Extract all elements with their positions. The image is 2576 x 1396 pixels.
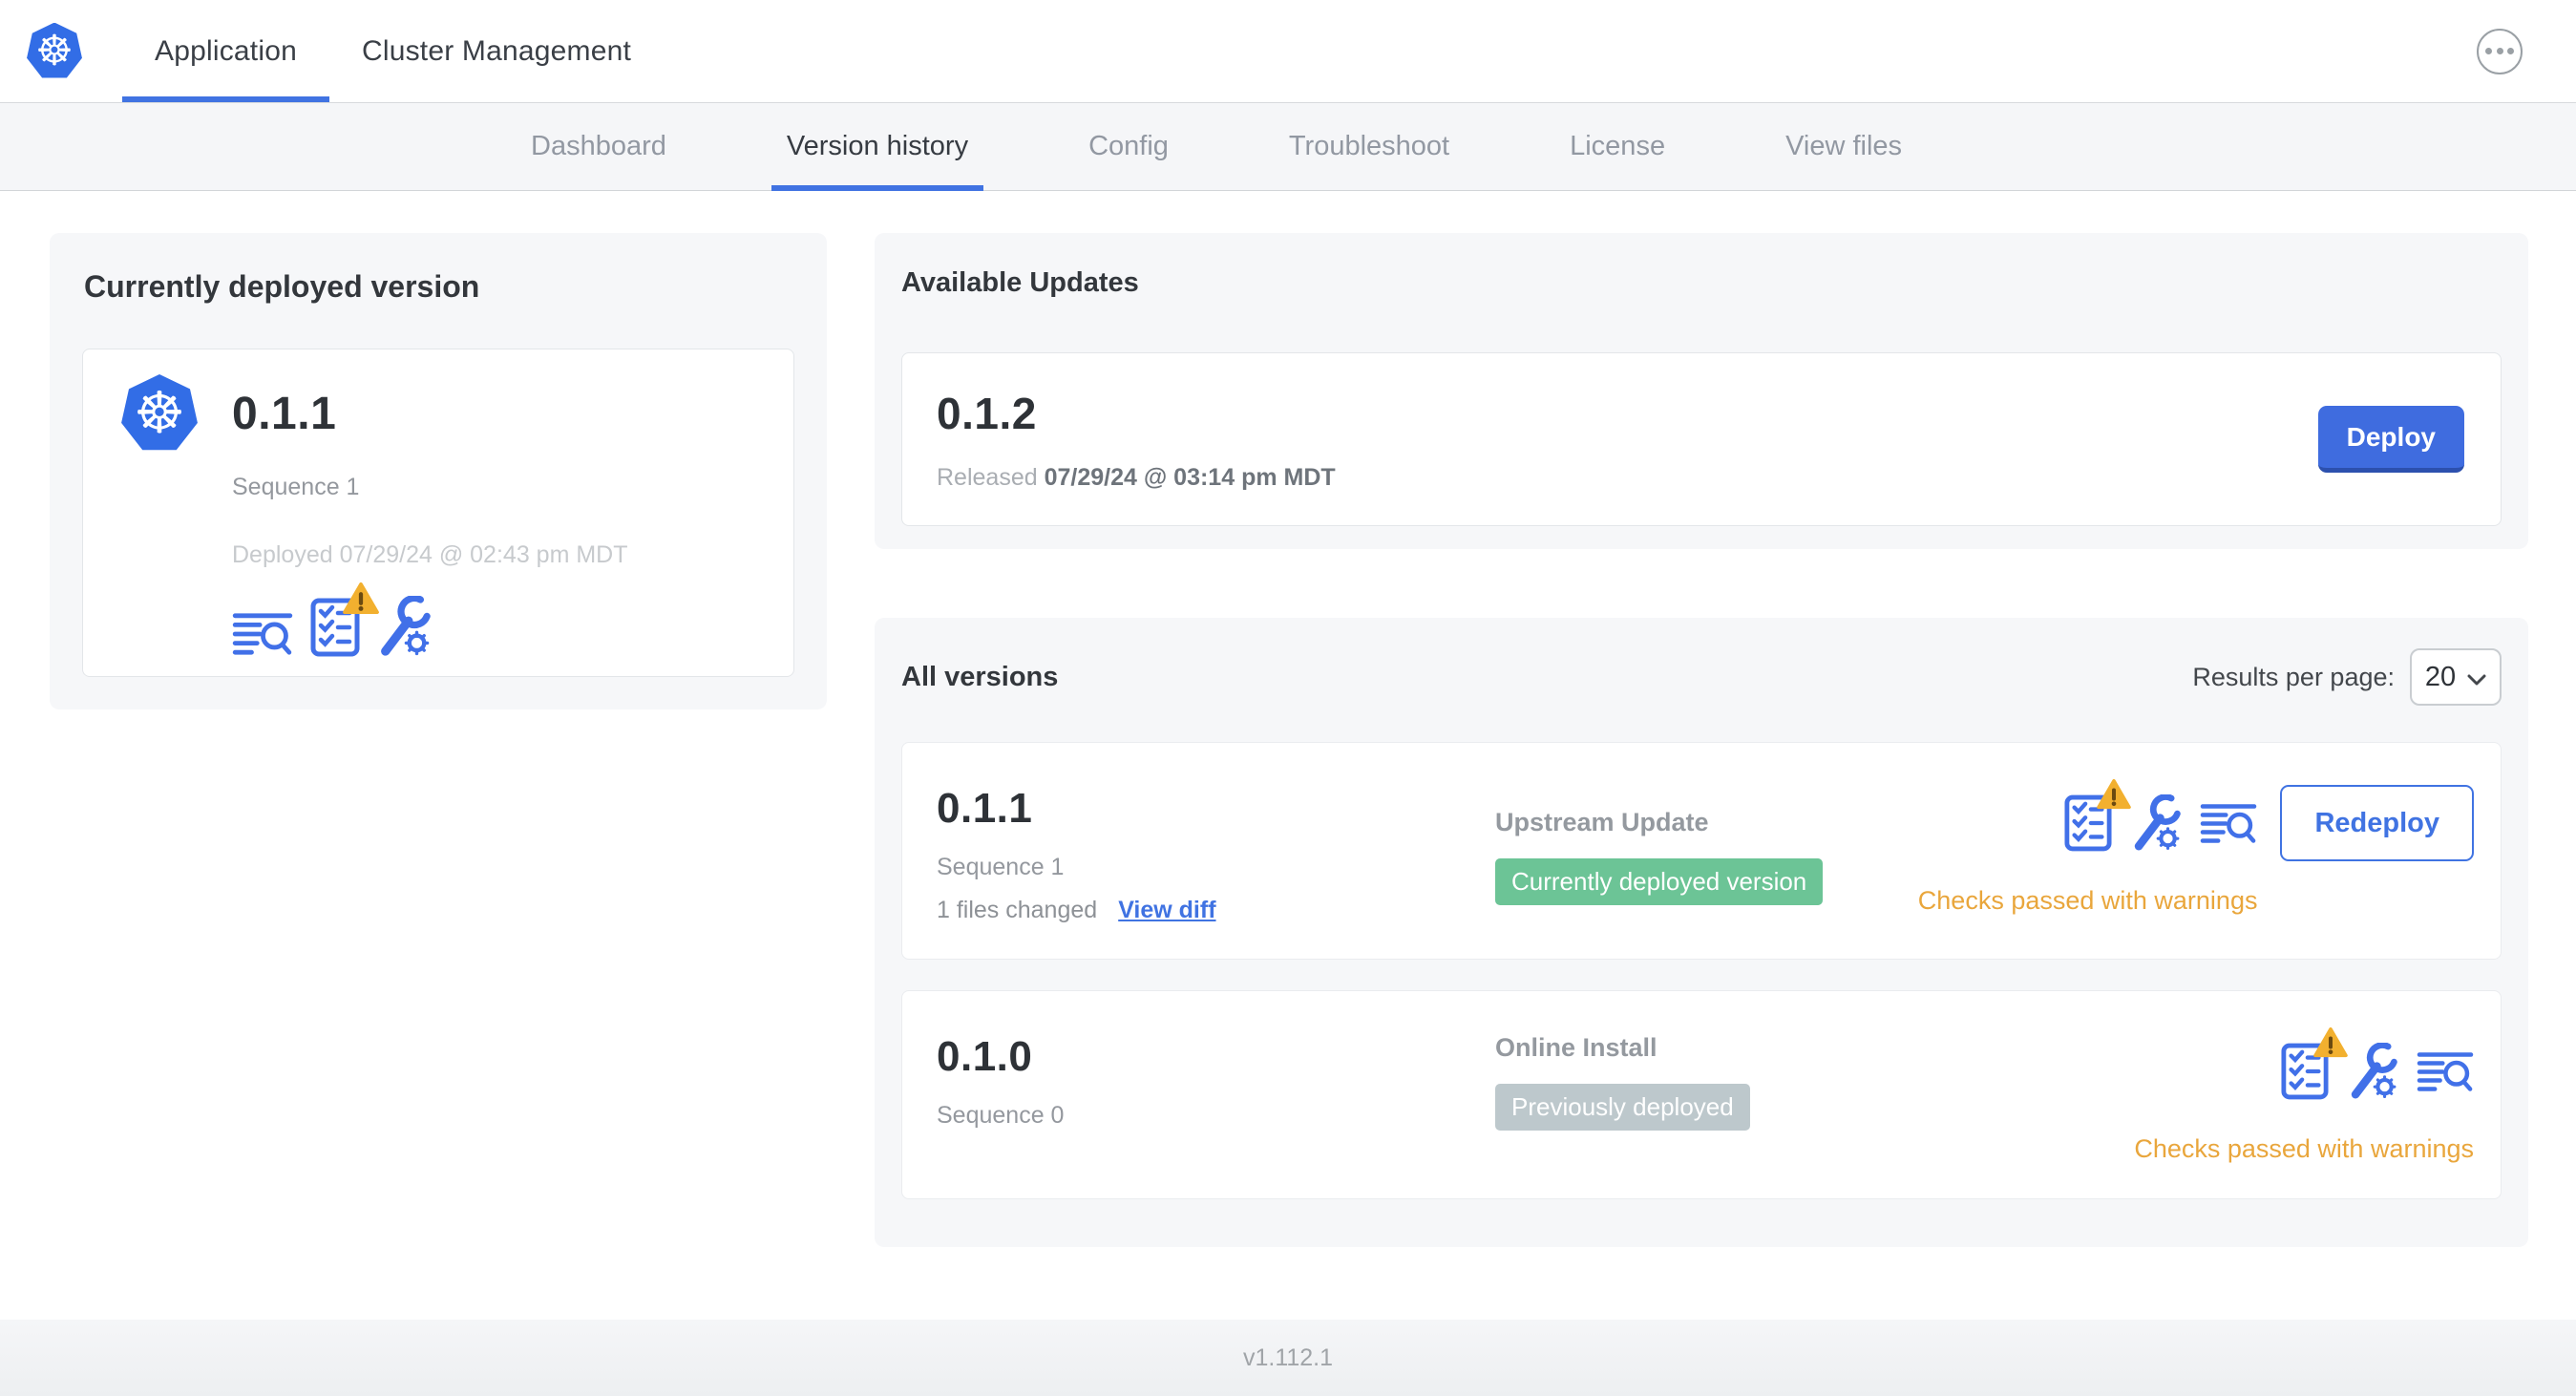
tab-config[interactable]: Config <box>1073 103 1184 190</box>
top-header: ☸ Application Cluster Management <box>0 0 2576 103</box>
current-version-sequence: Sequence 1 <box>232 474 360 500</box>
more-menu-button[interactable] <box>2477 28 2523 74</box>
deploy-logs-icon[interactable] <box>2200 802 2257 845</box>
console-footer: v1.112.1 <box>0 1320 2576 1396</box>
available-updates-card: Available Updates 0.1.2 Released 07/29/2… <box>875 233 2528 549</box>
results-per-page-select[interactable]: 20 <box>2410 648 2502 706</box>
kubernetes-logo-icon: ☸ <box>27 22 82 78</box>
tab-cluster-management[interactable]: Cluster Management <box>329 0 664 102</box>
update-released-date: Released 07/29/24 @ 03:14 pm MDT <box>937 463 1336 491</box>
previously-deployed-badge: Previously deployed <box>1495 1084 1750 1131</box>
config-wrench-icon[interactable] <box>2348 1043 2397 1100</box>
tab-troubleshoot[interactable]: Troubleshoot <box>1274 103 1465 190</box>
tab-view-files[interactable]: View files <box>1770 103 1917 190</box>
view-diff-link[interactable]: View diff <box>1118 897 1215 924</box>
app-subnav: Dashboard Version history Config Trouble… <box>0 103 2576 191</box>
row-version-number: 0.1.0 <box>937 1033 1033 1080</box>
deploy-logs-icon[interactable] <box>2417 1050 2474 1093</box>
update-row: 0.1.2 Released 07/29/24 @ 03:14 pm MDT D… <box>901 352 2502 526</box>
row-sequence: Sequence 1 <box>937 854 1065 880</box>
right-column: Available Updates 0.1.2 Released 07/29/2… <box>875 233 2528 1247</box>
tab-application[interactable]: Application <box>122 0 329 102</box>
warning-icon <box>343 582 379 615</box>
preflight-checks-icon[interactable] <box>2281 1043 2329 1100</box>
console-version-text: v1.112.1 <box>1242 1343 1334 1371</box>
currently-deployed-version-card: ☸ 0.1.1 Sequence 1 Deployed 07/29/24 @ 0… <box>82 349 794 677</box>
preflight-status-text: Checks passed with warnings <box>1917 886 2258 915</box>
available-updates-title: Available Updates <box>901 267 1139 298</box>
version-source: Upstream Update <box>1495 808 1709 836</box>
app-level-tabs: Application Cluster Management <box>122 0 664 102</box>
version-row-0.1.1: 0.1.1 Sequence 1 1 files changed View di… <box>901 742 2502 960</box>
currently-deployed-card: Currently deployed version ☸ 0.1.1 Seque… <box>50 233 827 709</box>
tab-license[interactable]: License <box>1554 103 1680 190</box>
current-version-number: 0.1.1 <box>232 388 337 439</box>
results-per-page-value: 20 <box>2424 661 2457 692</box>
row-sequence: Sequence 0 <box>937 1102 1065 1129</box>
all-versions-title: All versions <box>901 661 1059 692</box>
tab-dashboard[interactable]: Dashboard <box>516 103 682 190</box>
redeploy-button[interactable]: Redeploy <box>2280 785 2474 861</box>
current-version-deployed-date: Deployed 07/29/24 @ 02:43 pm MDT <box>232 541 628 568</box>
chevron-down-icon <box>2467 662 2486 693</box>
app-kubernetes-icon: ☸ <box>121 374 198 451</box>
preflight-checks-icon[interactable] <box>2064 794 2112 852</box>
preflight-status-text: Checks passed with warnings <box>2134 1134 2474 1163</box>
files-changed-text: 1 files changed <box>937 897 1098 923</box>
currently-deployed-badge: Currently deployed version <box>1495 858 1824 905</box>
deploy-button[interactable]: Deploy <box>2317 406 2464 473</box>
version-source: Online Install <box>1495 1033 1658 1062</box>
warning-icon <box>2313 1027 2348 1058</box>
main-content: Currently deployed version ☸ 0.1.1 Seque… <box>0 191 2576 1320</box>
row-version-number: 0.1.1 <box>937 785 1033 832</box>
tab-version-history[interactable]: Version history <box>771 103 984 191</box>
ellipsis-icon <box>2485 48 2492 54</box>
admin-console: ☸ Application Cluster Management Dashboa… <box>0 0 2576 1396</box>
currently-deployed-title: Currently deployed version <box>84 269 480 304</box>
all-versions-card: All versions Results per page: 20 0.1.1 … <box>875 618 2528 1247</box>
warning-icon <box>2097 779 2131 810</box>
config-wrench-icon[interactable] <box>2131 794 2181 852</box>
config-wrench-icon[interactable] <box>377 596 431 657</box>
update-version-number: 0.1.2 <box>937 388 1037 438</box>
deploy-logs-icon[interactable] <box>232 611 293 657</box>
results-per-page-label: Results per page: <box>2192 662 2395 691</box>
preflight-checks-icon[interactable] <box>310 598 360 657</box>
version-row-0.1.0: 0.1.0 Sequence 0 Online Install Previous… <box>901 990 2502 1199</box>
